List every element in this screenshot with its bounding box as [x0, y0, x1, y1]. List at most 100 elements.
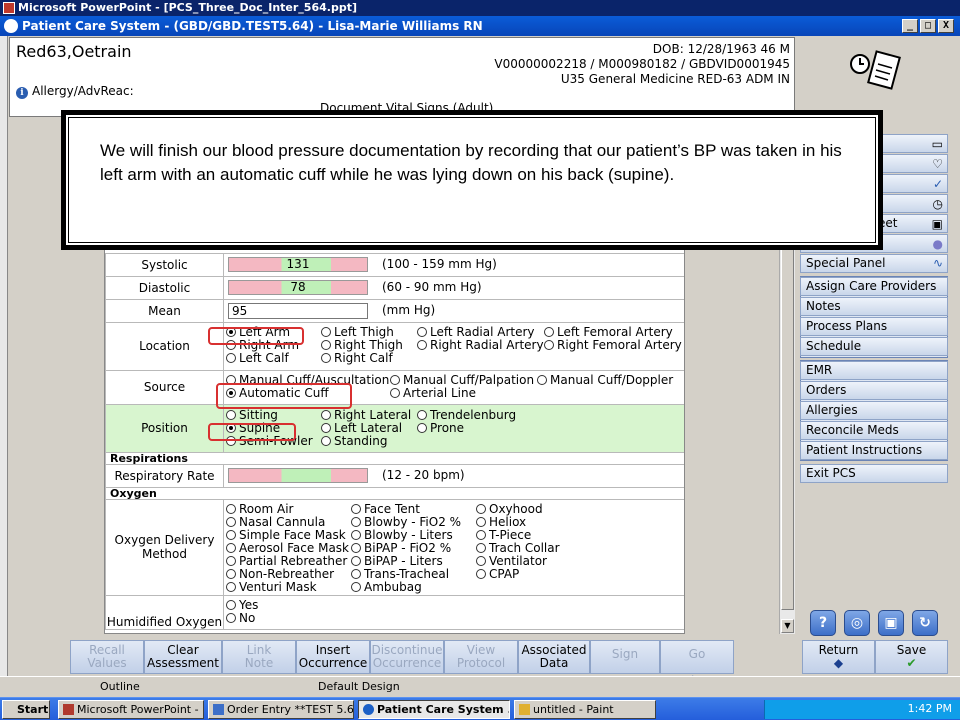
save-button[interactable]: Save ✔ — [875, 640, 948, 674]
allergy-line[interactable]: i Allergy/AdvReac: — [16, 84, 134, 99]
discontinue-occurrence-button[interactable]: Discontinue Occurrence — [370, 640, 444, 674]
close-button[interactable]: X — [938, 19, 954, 33]
location-option[interactable]: Left Calf — [226, 352, 289, 365]
allergy-label: Allergy/AdvReac: — [32, 84, 134, 98]
radio-icon — [351, 517, 361, 527]
radio-icon — [226, 517, 236, 527]
task-patient-care-system[interactable]: Patient Care System ... — [358, 700, 510, 719]
task-powerpoint[interactable]: Microsoft PowerPoint - [... — [58, 700, 204, 719]
sidebar-item-emr[interactable]: EMR — [800, 361, 948, 380]
sidebar-special-panel[interactable]: Special Panel ∿ — [800, 254, 948, 273]
sidebar-item-schedule[interactable]: Schedule — [800, 337, 948, 356]
powerpoint-title: Microsoft PowerPoint - [PCS_Three_Doc_In… — [18, 1, 357, 14]
mean-range: (mm Hg) — [382, 303, 436, 317]
position-option[interactable]: Prone — [417, 422, 464, 435]
minimize-button[interactable]: _ — [902, 19, 918, 33]
radio-icon — [226, 543, 236, 553]
location-option[interactable]: Right Calf — [321, 352, 393, 365]
powerpoint-title-bar: Microsoft PowerPoint - [PCS_Three_Doc_In… — [0, 0, 960, 16]
link-note-button[interactable]: Link Note — [222, 640, 296, 674]
maximize-button[interactable]: □ — [920, 19, 936, 33]
mean-label: Mean — [105, 298, 224, 323]
humidified-option-no[interactable]: No — [226, 612, 255, 625]
systolic-range: (100 - 159 mm Hg) — [382, 257, 497, 271]
location-option[interactable]: Right Radial Artery — [417, 339, 544, 352]
powerpoint-status-bar: Outline Default Design — [0, 676, 960, 696]
radio-icon — [351, 543, 361, 553]
checklist-icon: ✓ — [932, 177, 943, 191]
sign-button[interactable]: Sign — [590, 640, 660, 674]
humidified-oxygen-label: Humidified Oxygen — [105, 594, 224, 630]
sidebar-item-process-plans[interactable]: Process Plans — [800, 317, 948, 336]
radio-icon — [351, 582, 361, 592]
patient-ids: V00000002218 / M000980182 / GBDVID000194… — [494, 57, 790, 71]
location-option[interactable]: Right Femoral Artery — [544, 339, 682, 352]
powerpoint-icon — [63, 704, 74, 715]
sidebar-item-allergies[interactable]: Allergies — [800, 401, 948, 420]
position-label: Position — [105, 403, 224, 453]
lock-icon[interactable]: ▣ — [878, 610, 904, 636]
associated-data-button[interactable]: Associated Data — [518, 640, 590, 674]
source-option[interactable]: Manual Cuff/Doppler — [537, 374, 673, 387]
return-save-group: Return ◆ Save ✔ — [802, 640, 948, 674]
radio-icon — [321, 436, 331, 446]
search-help-icon[interactable]: ◎ — [844, 610, 870, 636]
return-arrow-icon: ◆ — [833, 656, 844, 670]
radio-icon — [476, 569, 486, 579]
oxygen-delivery-option[interactable]: Venturi Mask — [226, 581, 317, 594]
bottom-action-bar: Recall Values Clear Assessment Link Note In… — [70, 640, 734, 687]
highlight-automatic-cuff — [216, 383, 352, 409]
sidebar-exit-pcs[interactable]: Exit PCS — [800, 464, 948, 483]
return-button[interactable]: Return ◆ — [802, 640, 875, 674]
sidebar-item-assign-care-providers[interactable]: Assign Care Providers — [800, 277, 948, 296]
highlight-left-arm — [208, 327, 304, 345]
respiratory-rate-gauge[interactable] — [228, 468, 368, 483]
task-paint[interactable]: untitled - Paint — [514, 700, 656, 719]
radio-icon — [417, 327, 427, 337]
recall-values-button[interactable]: Recall Values — [70, 640, 144, 674]
radio-icon — [417, 423, 427, 433]
source-option[interactable]: Arterial Line — [390, 387, 476, 400]
clear-assessment-button[interactable]: Clear Assessment — [144, 640, 222, 674]
position-option[interactable]: Standing — [321, 435, 387, 448]
radio-icon — [226, 556, 236, 566]
pulse-icon: ∿ — [932, 256, 943, 270]
systolic-gauge[interactable]: 131 — [228, 257, 368, 272]
oxygen-delivery-option[interactable]: Ambubag — [351, 581, 422, 594]
sidebar-item-orders[interactable]: Orders — [800, 381, 948, 400]
insert-occurrence-button[interactable]: Insert Occurrence — [296, 640, 370, 674]
mean-input[interactable]: 95 — [228, 302, 368, 319]
radio-icon — [321, 410, 331, 420]
radio-icon — [417, 410, 427, 420]
radio-icon — [476, 517, 486, 527]
view-protocol-button[interactable]: View Protocol — [444, 640, 518, 674]
sidebar-item-notes[interactable]: Notes — [800, 297, 948, 316]
sidebar-item-reconcile-meds[interactable]: Reconcile Meds — [800, 421, 948, 440]
radio-icon — [351, 504, 361, 514]
sidebar-item-patient-instructions[interactable]: Patient Instructions — [800, 441, 948, 460]
respiratory-rate-range: (12 - 20 bpm) — [382, 468, 465, 482]
radio-icon — [226, 530, 236, 540]
start-button[interactable]: Start — [2, 700, 50, 719]
radio-icon — [390, 375, 400, 385]
oxygen-delivery-option[interactable]: CPAP — [476, 568, 519, 581]
radio-icon — [351, 569, 361, 579]
clock-clipboard-icon — [850, 50, 901, 90]
scroll-down-arrow[interactable]: ▼ — [781, 619, 794, 633]
radio-icon — [321, 327, 331, 337]
vital-signs-table: Systolic 131 (100 - 159 mm Hg) Diastolic … — [105, 245, 684, 630]
oxygen-section-header: Oxygen — [105, 486, 684, 500]
sidebar-group-records: EMR Orders Allergies Reconcile Meds Pati… — [800, 360, 948, 461]
vital-signs-form: Systolic 131 (100 - 159 mm Hg) Diastolic … — [104, 244, 685, 634]
refresh-icon[interactable]: ↻ — [912, 610, 938, 636]
systolic-label: Systolic — [105, 252, 224, 277]
clock: 1:42 PM — [907, 702, 952, 715]
help-icon[interactable]: ? — [810, 610, 836, 636]
patient-dob: DOB: 12/28/1963 46 M — [652, 42, 790, 56]
radio-icon — [321, 353, 331, 363]
go-to-button[interactable]: Goto — [660, 640, 734, 687]
task-order-entry[interactable]: Order Entry **TEST 5.6... — [208, 700, 354, 719]
diastolic-gauge[interactable]: 78 — [228, 280, 368, 295]
highlight-supine — [208, 423, 296, 441]
left-edge-strip — [0, 36, 8, 676]
